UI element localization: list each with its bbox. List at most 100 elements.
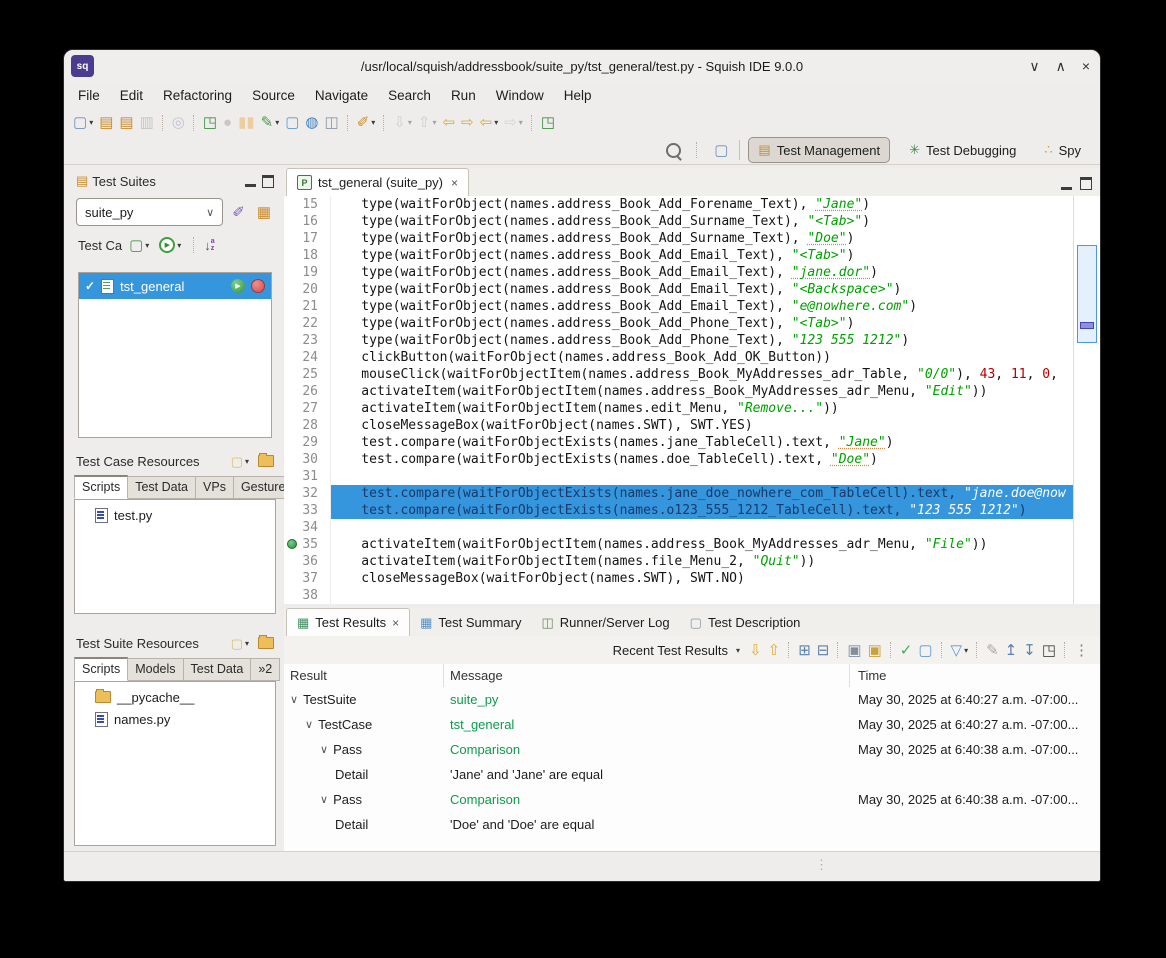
code-editor[interactable]: 15 type(waitForObject(names.address_Book… xyxy=(284,196,1074,604)
video-capture-icon[interactable]: ▣ xyxy=(865,639,885,661)
new-test-case-icon[interactable]: ▢▾ xyxy=(126,234,152,256)
editor-tab-tst-general[interactable]: P tst_general (suite_py) × xyxy=(286,168,469,196)
code-line-36[interactable]: 36 activateItem(waitForObjectItem(names.… xyxy=(284,553,1074,570)
next-edit-location-icon[interactable]: ⇨ xyxy=(458,112,477,134)
code-line-32[interactable]: 32 test.compare(waitForObjectExists(name… xyxy=(284,485,1074,502)
dropdown-arrow-icon[interactable]: ▾ xyxy=(964,646,968,655)
code-line-25[interactable]: 25 mouseClick(waitForObjectItem(names.ad… xyxy=(284,366,1074,383)
menu-edit[interactable]: Edit xyxy=(110,85,153,106)
minimize-panel-icon[interactable] xyxy=(245,175,256,187)
run-test-suite-button[interactable]: ▶▾ xyxy=(156,234,184,256)
web-browser-icon[interactable]: ◍ xyxy=(302,112,321,134)
code-line-33[interactable]: 33 test.compare(waitForObjectExists(name… xyxy=(284,502,1074,519)
record-test-suite-icon[interactable]: ▤ xyxy=(96,112,116,134)
last-edit-location-icon[interactable]: ⇦ xyxy=(439,112,458,134)
chevron-down-icon[interactable]: ∨ xyxy=(320,793,328,806)
perspective-spy[interactable]: ∴Spy xyxy=(1035,138,1090,162)
verification-point-icon[interactable]: ✓ xyxy=(897,639,916,661)
import-results-icon[interactable]: ↧ xyxy=(1020,639,1039,661)
tab-test-results[interactable]: ▦Test Results× xyxy=(286,608,410,636)
tab-test-summary[interactable]: ▦Test Summary xyxy=(410,609,531,636)
clear-results-icon[interactable]: ✎ xyxy=(983,639,1002,661)
suite-settings-icon[interactable]: ✐ xyxy=(229,201,248,223)
menu-search[interactable]: Search xyxy=(378,85,441,106)
menu-run[interactable]: Run xyxy=(441,85,486,106)
code-line-27[interactable]: 27 activateItem(waitForObjectItem(names.… xyxy=(284,400,1074,417)
breakpoint-icon[interactable] xyxy=(287,539,297,549)
suite-config-icon[interactable]: ▦ xyxy=(254,201,274,223)
tab-vps[interactable]: VPs xyxy=(196,476,234,499)
tab-scripts[interactable]: Scripts xyxy=(74,475,128,499)
column-time[interactable]: Time xyxy=(850,664,1100,687)
perspective-test-management[interactable]: ▤Test Management xyxy=(748,137,890,163)
maximize-button[interactable]: ∧ xyxy=(1056,58,1066,75)
dropdown-arrow-icon[interactable]: ▾ xyxy=(408,118,412,127)
launch-aut-icon[interactable]: ◳ xyxy=(200,112,220,134)
code-line-30[interactable]: 30 test.compare(waitForObjectExists(name… xyxy=(284,451,1074,468)
chevron-down-icon[interactable]: ∨ xyxy=(320,743,328,756)
expand-all-icon[interactable]: ⊞ xyxy=(795,639,814,661)
back-history-icon[interactable]: ⇦▾ xyxy=(477,112,502,134)
tab--2[interactable]: »2 xyxy=(251,658,280,681)
menu-refactoring[interactable]: Refactoring xyxy=(153,85,242,106)
show-screenshots-icon[interactable]: ▣ xyxy=(844,639,864,661)
dropdown-arrow-icon[interactable]: ▾ xyxy=(89,118,93,127)
collapse-all-icon[interactable]: ⊟ xyxy=(814,639,833,661)
maximize-panel-icon[interactable] xyxy=(262,175,274,188)
pause-icon[interactable]: ▮▮ xyxy=(235,112,258,134)
list-item--pycache-[interactable]: __pycache__ xyxy=(75,686,275,708)
suite-selector[interactable]: suite_py ∨ xyxy=(76,198,223,226)
edit-pen-icon[interactable]: ✎▾ xyxy=(258,112,283,134)
list-item-test-py[interactable]: test.py xyxy=(75,504,275,526)
pin-editor-icon[interactable]: ◳ xyxy=(538,112,558,134)
viewport-indicator[interactable] xyxy=(1077,245,1097,343)
code-line-18[interactable]: 18 type(waitForObject(names.address_Book… xyxy=(284,247,1074,264)
code-line-20[interactable]: 20 type(waitForObject(names.address_Book… xyxy=(284,281,1074,298)
open-external-icon[interactable]: ◳ xyxy=(1039,639,1059,661)
status-grip-icon[interactable]: ⋮ xyxy=(815,857,828,873)
open-folder-icon[interactable] xyxy=(258,455,274,467)
result-row[interactable]: ∨PassComparisonMay 30, 2025 at 6:40:38 a… xyxy=(284,787,1100,812)
menu-navigate[interactable]: Navigate xyxy=(305,85,378,106)
code-line-22[interactable]: 22 type(waitForObject(names.address_Book… xyxy=(284,315,1074,332)
run-test-case-icon[interactable]: ▶ xyxy=(231,279,245,293)
chevron-down-icon[interactable]: ∨ xyxy=(305,718,313,731)
open-folder-icon[interactable] xyxy=(258,637,274,649)
tab-test-data[interactable]: Test Data xyxy=(184,658,252,681)
code-line-19[interactable]: 19 type(waitForObject(names.address_Book… xyxy=(284,264,1074,281)
tab-test-description[interactable]: ▢Test Description xyxy=(680,609,811,636)
menu-window[interactable]: Window xyxy=(486,85,554,106)
open-perspective-icon[interactable]: ▢ xyxy=(711,139,731,161)
sort-az-icon[interactable]: ↓az xyxy=(204,238,214,253)
dropdown-arrow-icon[interactable]: ▾ xyxy=(371,118,375,127)
dropdown-arrow-icon[interactable]: ▾ xyxy=(275,118,279,127)
highlighter-icon[interactable]: ✐▾ xyxy=(354,112,379,134)
code-line-26[interactable]: 26 activateItem(waitForObjectItem(names.… xyxy=(284,383,1074,400)
code-line-31[interactable]: 31 xyxy=(284,468,1074,485)
export-results-icon[interactable]: ↥ xyxy=(1002,639,1021,661)
code-line-34[interactable]: 34 xyxy=(284,519,1074,536)
search-icon[interactable] xyxy=(666,143,681,158)
code-line-21[interactable]: 21 type(waitForObject(names.address_Book… xyxy=(284,298,1074,315)
view-menu-icon[interactable]: ⋮ xyxy=(1071,639,1092,661)
new-resource-icon[interactable]: ▢▾ xyxy=(228,632,252,654)
check-icon[interactable]: ✓ xyxy=(85,279,95,293)
tab-test-data[interactable]: Test Data xyxy=(128,476,196,499)
minimize-button[interactable]: ∨ xyxy=(1029,58,1039,75)
result-row[interactable]: ∨TestCasetst_generalMay 30, 2025 at 6:40… xyxy=(284,712,1100,737)
tab-models[interactable]: Models xyxy=(128,658,183,681)
previous-failure-icon[interactable]: ⇧ xyxy=(765,639,784,661)
tab-runner-server-log[interactable]: ◫Runner/Server Log xyxy=(532,609,680,636)
code-line-28[interactable]: 28 closeMessageBox(waitForObject(names.S… xyxy=(284,417,1074,434)
menu-help[interactable]: Help xyxy=(554,85,602,106)
code-line-24[interactable]: 24 clickButton(waitForObject(names.addre… xyxy=(284,349,1074,366)
list-item-names-py[interactable]: names.py xyxy=(75,708,275,730)
menu-file[interactable]: File xyxy=(68,85,110,106)
result-row[interactable]: ∨PassComparisonMay 30, 2025 at 6:40:38 a… xyxy=(284,737,1100,762)
overview-ruler[interactable] xyxy=(1073,196,1100,604)
code-line-29[interactable]: 29 test.compare(waitForObjectExists(name… xyxy=(284,434,1074,451)
save-icon[interactable]: ▥ xyxy=(137,112,157,134)
dropdown-arrow-icon[interactable]: ▾ xyxy=(432,118,436,127)
code-line-17[interactable]: 17 type(waitForObject(names.address_Book… xyxy=(284,230,1074,247)
record-icon[interactable]: ● xyxy=(220,112,235,134)
